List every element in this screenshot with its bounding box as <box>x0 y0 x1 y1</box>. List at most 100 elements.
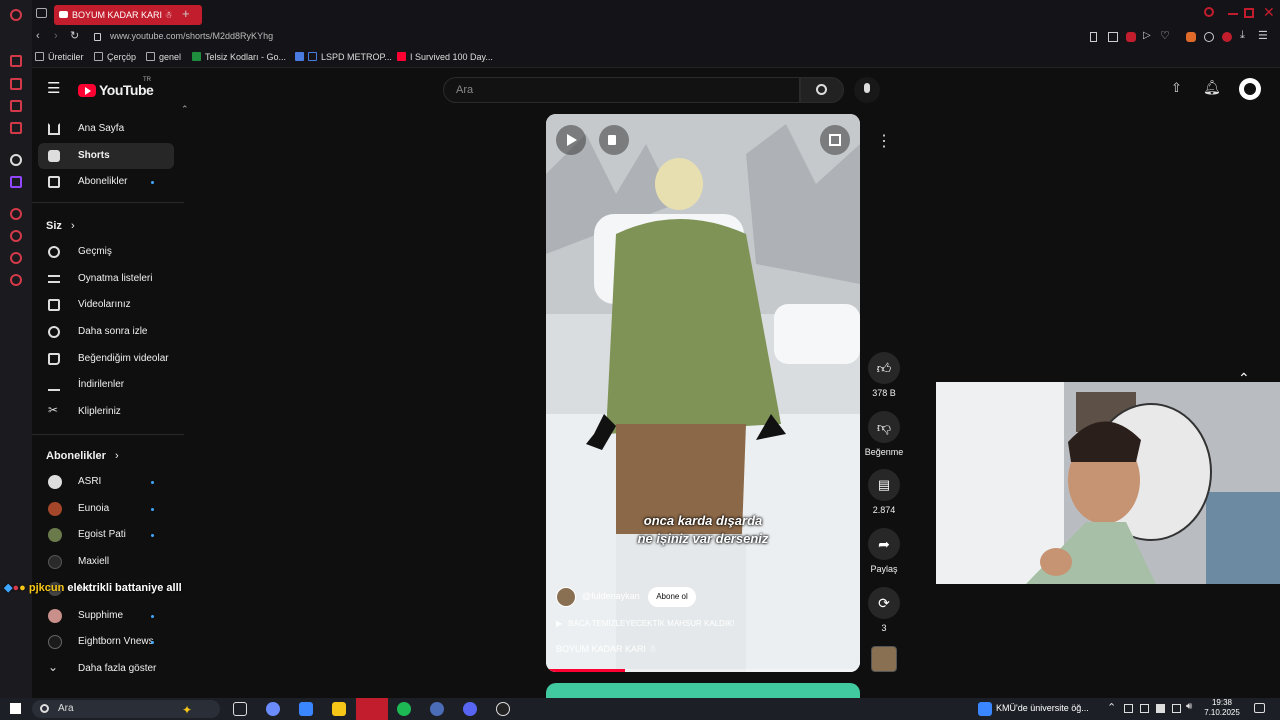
search-button[interactable] <box>800 77 844 103</box>
reload-icon[interactable]: ↻ <box>70 29 79 42</box>
bookmark-folder[interactable]: Üreticiler <box>35 52 84 62</box>
sidebar-app-icon[interactable] <box>10 208 22 220</box>
sidebar-item-downloads[interactable]: İndirilenler <box>38 372 174 398</box>
bookmark-icon[interactable] <box>1090 32 1097 42</box>
task-view-icon[interactable] <box>233 702 247 716</box>
hamburger-menu-icon[interactable]: ☰ <box>47 79 60 97</box>
mute-button[interactable] <box>599 125 629 155</box>
news-icon[interactable] <box>978 702 992 716</box>
extension-icon[interactable] <box>1186 32 1196 42</box>
sidebar-channel-item[interactable]: Eunoia <box>38 496 174 522</box>
extensions-icon[interactable] <box>1204 32 1214 42</box>
download-icon[interactable]: ⤓ <box>1240 29 1245 42</box>
sidebar-item-history[interactable]: Geçmiş <box>38 239 174 265</box>
fullscreen-button[interactable] <box>820 125 850 155</box>
maximize-icon[interactable] <box>1244 8 1254 18</box>
taskbar-search-input[interactable]: Ara ✦ <box>32 700 220 718</box>
discord-icon[interactable] <box>463 702 477 716</box>
store-icon[interactable] <box>299 702 313 716</box>
sidebar-item-home[interactable]: Ana Sayfa <box>38 116 174 142</box>
play-button[interactable] <box>556 125 586 155</box>
url-field[interactable]: www.youtube.com/shorts/M2dd8RyKYhg <box>110 31 273 41</box>
sidebar-channel-item[interactable]: Maxiell <box>38 549 174 575</box>
tray-app-icon[interactable] <box>1140 704 1149 713</box>
bookmark-link[interactable]: Telsiz Kodları - Go... <box>192 52 286 62</box>
news-widget-text[interactable]: KMÜ'de üniversite öğ... <box>996 703 1089 713</box>
sidebar-item-playlists[interactable]: Oynatma listeleri <box>38 266 174 292</box>
sidebar-channel-item[interactable]: Supphime <box>38 603 174 629</box>
new-tab-icon[interactable]: + <box>182 6 190 21</box>
sound-thumbnail[interactable] <box>871 646 897 672</box>
scroll-up-icon[interactable]: ⌃ <box>181 104 189 115</box>
shorts-player[interactable]: onca karda dışarda ne işiniz var derseni… <box>546 114 860 672</box>
sidebar-item-your-videos[interactable]: Videolarınız <box>38 292 174 318</box>
sidebar-channel-item[interactable]: Eightborn Vnews <box>38 629 174 655</box>
obs-icon[interactable] <box>496 702 510 716</box>
subscriptions-section-header[interactable]: Abonelikler › <box>46 450 119 462</box>
next-short-preview[interactable] <box>546 683 860 698</box>
app-icon[interactable] <box>430 702 444 716</box>
tab-active[interactable]: BOYUM KADAR KARI ☃ <box>54 5 202 25</box>
sidebar-item-liked-videos[interactable]: Beğendiğim videolar <box>38 346 174 372</box>
notifications-bell-icon[interactable]: 🔔︎ <box>1203 79 1221 96</box>
channel-name[interactable]: @fuldenaykan <box>582 591 640 601</box>
volume-icon[interactable]: 🔊︎ <box>1186 701 1192 712</box>
menu-icon[interactable]: ☰ <box>1258 29 1268 42</box>
windows-start-icon[interactable] <box>10 703 21 714</box>
play-icon[interactable]: ▷ <box>1143 30 1151 41</box>
sidebar-app-icon[interactable] <box>10 78 22 90</box>
upload-icon[interactable]: ⇧ <box>1171 80 1182 96</box>
sidebar-app-icon[interactable] <box>10 122 22 134</box>
subscribe-button[interactable]: Abone ol <box>648 587 696 607</box>
comments-button[interactable]: ▤ 2.874 <box>864 469 904 515</box>
sidebar-item-shorts[interactable]: Shorts <box>38 143 174 169</box>
network-icon[interactable] <box>1172 704 1181 713</box>
profile-icon[interactable] <box>1222 32 1232 42</box>
search-tabs-icon[interactable] <box>1204 7 1214 17</box>
opera-logo-icon[interactable] <box>10 9 22 21</box>
tray-app-icon[interactable] <box>1156 704 1165 713</box>
video-description-link[interactable]: ▶ BACA TEMİZLEYECEKTİK MAHSUR KALDIK! <box>556 619 735 628</box>
bookmark-link[interactable]: LSPD METROP... <box>295 52 392 62</box>
account-avatar[interactable] <box>1239 78 1261 100</box>
tray-app-icon[interactable] <box>1124 704 1133 713</box>
show-more-button[interactable]: ⌄ Daha fazla göster <box>38 656 174 682</box>
sidebar-channel-item[interactable]: Egoist Pati <box>38 522 174 548</box>
extension-icon[interactable] <box>1126 32 1136 42</box>
remix-button[interactable]: ⟳ 3 <box>864 587 904 633</box>
like-button[interactable]: 👍︎ 378 B <box>864 352 904 398</box>
tab-overview-icon[interactable] <box>36 8 47 18</box>
bookmark-folder[interactable]: Çerçöp <box>94 52 136 62</box>
sidebar-item-watch-later[interactable]: Daha sonra izle <box>38 319 174 345</box>
twitch-icon[interactable] <box>10 176 22 188</box>
more-options-button[interactable]: ⋮ <box>864 126 904 158</box>
heart-icon[interactable]: ♡ <box>1160 29 1170 42</box>
bookmark-link[interactable]: I Survived 100 Day... <box>397 52 493 62</box>
share-button[interactable]: ➦ Paylaş <box>864 528 904 574</box>
opera-taskbar-icon[interactable] <box>356 698 388 720</box>
you-section-header[interactable]: Siz › <box>46 220 75 232</box>
tray-chevron-up-icon[interactable]: ⌃ <box>1107 701 1116 714</box>
file-explorer-icon[interactable] <box>332 702 346 716</box>
notification-center-icon[interactable] <box>1254 703 1265 713</box>
search-input[interactable]: Ara <box>443 77 800 103</box>
sidebar-app-icon[interactable] <box>10 154 22 166</box>
history-icon[interactable] <box>10 230 22 242</box>
taskbar-clock[interactable]: 19:38 7.10.2025 <box>1196 698 1248 718</box>
bookmark-folder[interactable]: genel <box>146 52 181 62</box>
scroll-to-top-icon[interactable]: ⌃ <box>1238 370 1250 387</box>
sidebar-app-icon[interactable] <box>10 100 22 112</box>
copilot-icon[interactable] <box>266 702 280 716</box>
channel-avatar[interactable] <box>556 587 576 607</box>
sidebar-channel-item[interactable]: ASRI <box>38 469 174 495</box>
dislike-button[interactable]: 👎︎ Beğenme <box>864 411 904 457</box>
sidebar-app-icon[interactable] <box>10 252 22 264</box>
spotify-icon[interactable] <box>397 702 411 716</box>
voice-search-button[interactable] <box>854 77 880 103</box>
sidebar-item-clips[interactable]: ✂ Klipleriniz <box>38 399 174 425</box>
close-icon[interactable]: ✕ <box>1263 4 1275 21</box>
minimize-icon[interactable] <box>1228 13 1238 15</box>
snapshot-icon[interactable] <box>1108 32 1118 42</box>
sidebar-app-icon[interactable] <box>10 55 22 67</box>
settings-icon[interactable] <box>10 274 22 286</box>
